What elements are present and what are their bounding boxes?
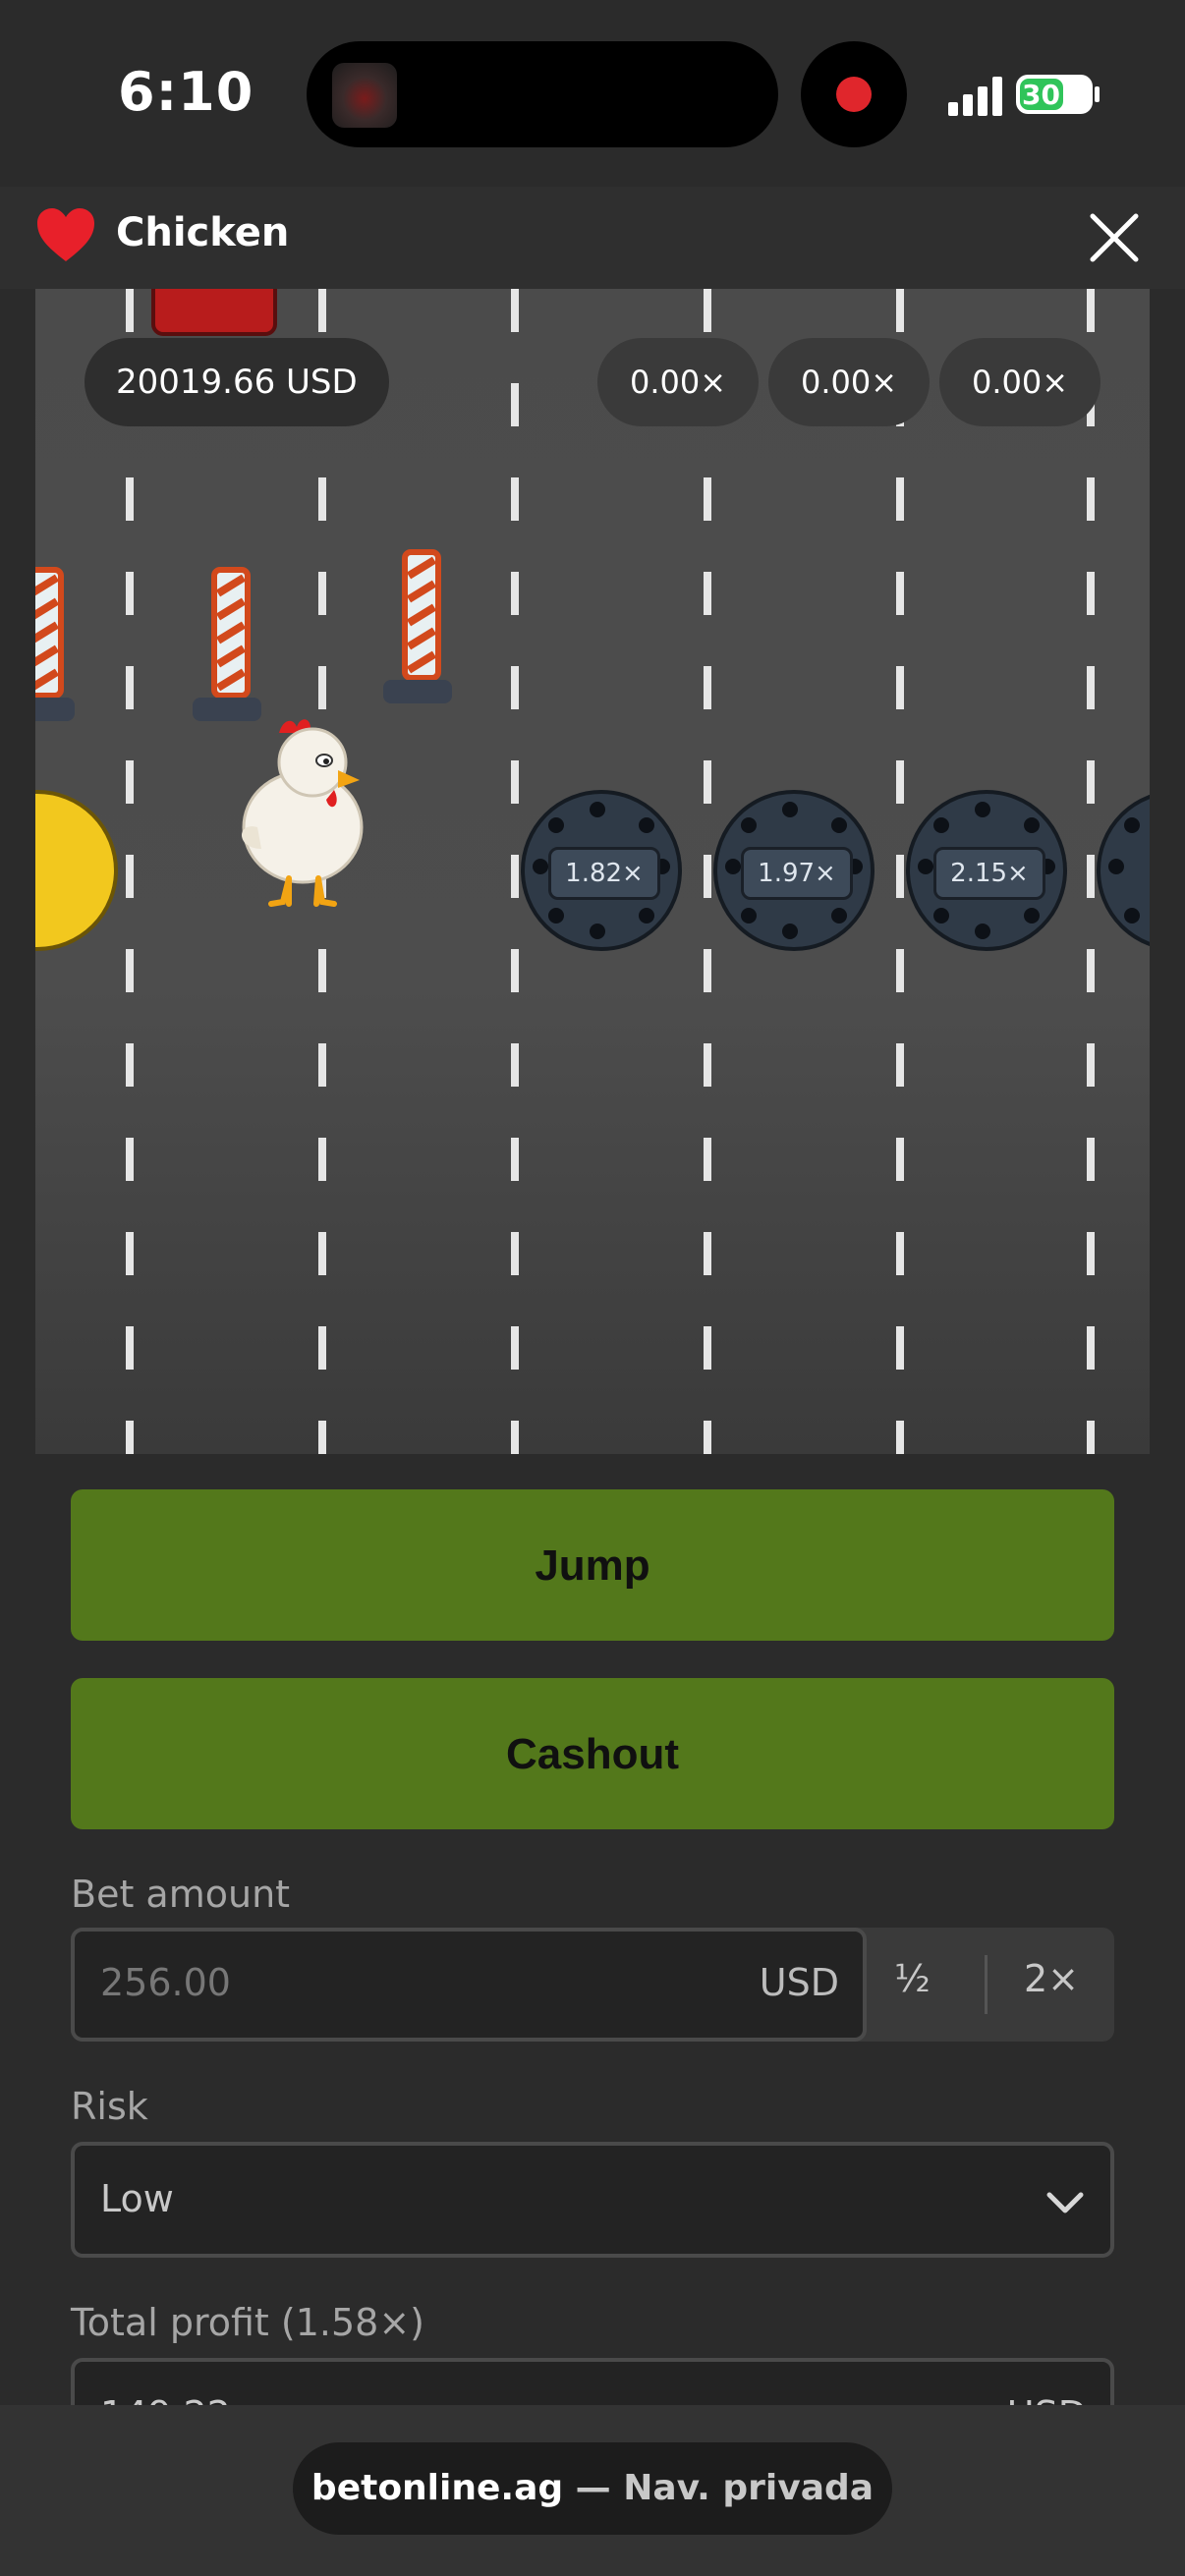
status-time: 6:10 [118, 61, 254, 123]
lane-coin[interactable]: 1.97× [713, 790, 875, 951]
lane-divider [704, 289, 711, 1454]
private-mode-label: — Nav. privada [563, 2468, 875, 2508]
status-bar: 6:10 30 [0, 0, 1185, 187]
game-board[interactable]: 20019.66 USD 0.00× 0.00× 0.00× 1.82× 1.9… [35, 289, 1150, 1454]
divider [985, 1955, 988, 2014]
signal-icon [948, 77, 1003, 116]
record-icon [836, 77, 872, 112]
multiplier-pill: 0.00× [939, 338, 1100, 426]
multiplier-pill: 0.00× [597, 338, 759, 426]
half-bet-button[interactable]: ½ [894, 1957, 931, 2000]
lane-coin[interactable]: 2.15× [906, 790, 1067, 951]
url-domain: betonline.ag [310, 2468, 564, 2508]
lane-divider [126, 289, 134, 1454]
battery-icon: 30 [1016, 75, 1093, 114]
heart-icon[interactable] [35, 206, 96, 263]
multiplier-pill: 0.00× [768, 338, 930, 426]
barrier-icon [383, 549, 452, 703]
address-bar[interactable]: betonline.ag — Nav. privada [293, 2442, 892, 2535]
lane-multiplier: 1.97× [741, 847, 853, 900]
app-thumbnail [332, 63, 397, 128]
lane-multiplier: 2.15× [933, 847, 1045, 900]
cashout-button[interactable]: Cashout [71, 1678, 1114, 1829]
lane-divider [1087, 289, 1095, 1454]
lane-coin[interactable]: 1.82× [521, 790, 682, 951]
chicken-icon [241, 719, 364, 907]
bet-amount-label: Bet amount [71, 1873, 291, 1916]
browser-bar: betonline.ag — Nav. privada [0, 2405, 1185, 2576]
lane-divider [511, 289, 519, 1454]
barrier-icon [35, 567, 75, 721]
total-profit-label: Total profit (1.58×) [71, 2301, 424, 2344]
bet-currency: USD [759, 1961, 839, 2004]
app-header: Chicken [0, 187, 1185, 289]
bet-amount-group: 256.00 USD ½ 2× [71, 1928, 1114, 2042]
risk-select[interactable]: Low [71, 2142, 1114, 2258]
risk-value: Low [100, 2177, 174, 2220]
risk-label: Risk [71, 2085, 148, 2128]
jump-button[interactable]: Jump [71, 1489, 1114, 1641]
chevron-down-icon [1046, 2192, 1084, 2213]
lane-multiplier: 1.82× [548, 847, 660, 900]
lane-divider [896, 289, 904, 1454]
record-indicator [801, 41, 907, 147]
page-title: Chicken [116, 210, 290, 255]
bet-amount-value: 256.00 [100, 1961, 231, 2004]
dynamic-island [307, 41, 778, 147]
double-bet-button[interactable]: 2× [1024, 1957, 1079, 2000]
balance-display: 20019.66 USD [85, 338, 389, 426]
barrier-icon [193, 567, 261, 721]
lane-coin[interactable] [1097, 790, 1150, 951]
close-icon[interactable] [1087, 210, 1142, 265]
gold-coin-icon [35, 790, 118, 951]
car-obstacle [151, 289, 277, 336]
battery-level: 30 [1022, 79, 1060, 111]
bet-amount-input[interactable]: 256.00 USD [71, 1928, 867, 2042]
